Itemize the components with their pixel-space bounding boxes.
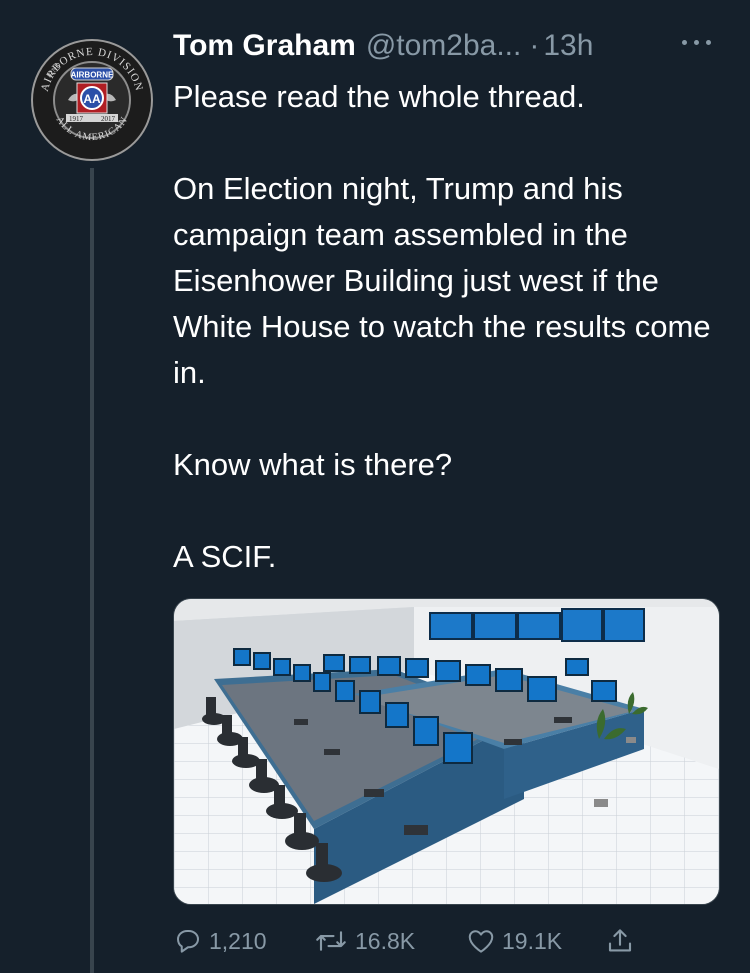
airborne-insignia-icon: AIRBORNE DIVISION ALL AMERICAN 82ND AIRB…: [31, 39, 153, 161]
separator-dot: ·: [529, 29, 540, 62]
tweet-paragraph: A SCIF.: [173, 539, 277, 574]
svg-text:2017: 2017: [101, 115, 116, 123]
tweet-text: Please read the whole thread. On Electio…: [173, 74, 733, 580]
svg-text:AA: AA: [83, 92, 101, 106]
retweet-button[interactable]: 16.8K: [313, 918, 415, 964]
control-room-photo: [174, 599, 719, 904]
reply-count: 1,210: [209, 927, 267, 954]
tweet-header: Tom Graham @tom2ba... · 13h: [173, 26, 593, 66]
author-handle[interactable]: @tom2ba...: [366, 29, 522, 63]
more-icon: [706, 40, 711, 45]
svg-text:AIRBORNE: AIRBORNE: [71, 71, 114, 80]
retweet-count: 16.8K: [355, 927, 416, 954]
tweet-paragraph: Know what is there?: [173, 447, 453, 482]
tweet-timestamp[interactable]: 13h: [543, 29, 593, 63]
tweet-paragraph: Please read the whole thread.: [173, 79, 585, 114]
tweet-media-image[interactable]: [173, 598, 720, 905]
retweet-icon: [316, 931, 346, 951]
reply-button[interactable]: 1,210: [173, 918, 267, 964]
heart-icon: [468, 930, 494, 953]
svg-text:1917: 1917: [69, 115, 84, 123]
more-icon: [694, 40, 699, 45]
like-button[interactable]: 19.1K: [466, 918, 562, 964]
author-name[interactable]: Tom Graham: [173, 29, 356, 63]
reply-icon: [177, 930, 199, 953]
avatar[interactable]: AIRBORNE DIVISION ALL AMERICAN 82ND AIRB…: [30, 38, 154, 162]
tweet-paragraph: On Election night, Trump and his campaig…: [173, 171, 711, 390]
tweet-actions: 1,210 16.8K 19.1K: [173, 918, 693, 964]
more-options-button[interactable]: [680, 30, 714, 54]
thread-connector-line: [90, 168, 94, 973]
more-icon: [682, 40, 687, 45]
like-count: 19.1K: [502, 927, 563, 954]
share-icon: [608, 929, 632, 952]
share-button[interactable]: [605, 918, 635, 964]
